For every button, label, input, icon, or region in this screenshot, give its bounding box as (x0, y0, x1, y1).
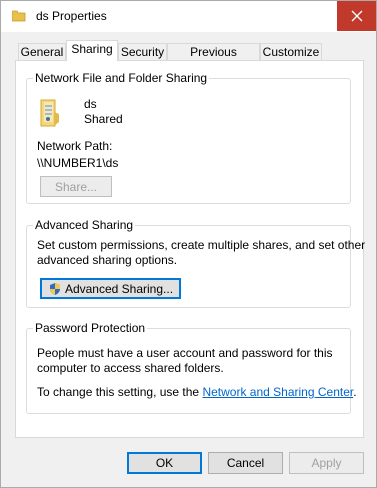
advanced-sharing-group-label: Advanced Sharing (33, 218, 136, 232)
properties-window: ds Properties General Sharing Security P… (0, 0, 377, 488)
change-setting-suffix: . (353, 385, 357, 399)
sharing-tab-panel: Network File and Folder Sharing ds Share… (15, 60, 365, 438)
tab-customize[interactable]: Customize (260, 43, 322, 60)
network-sharing-center-link[interactable]: Network and Sharing Center (202, 385, 353, 399)
password-description-2: computer to access shared folders. (37, 361, 224, 375)
tab-general[interactable]: General (18, 43, 66, 60)
folder-icon (11, 10, 26, 22)
advanced-sharing-group: Advanced Sharing Set custom permissions,… (26, 218, 365, 308)
close-button[interactable] (337, 1, 376, 31)
folder-name: ds (84, 97, 97, 111)
tab-previous-versions[interactable]: Previous Versions (167, 43, 260, 73)
tab-security[interactable]: Security (118, 43, 167, 60)
apply-button[interactable]: Apply (289, 452, 364, 474)
network-sharing-group-label: Network File and Folder Sharing (33, 71, 210, 85)
advanced-sharing-description-1: Set custom permissions, create multiple … (37, 238, 366, 252)
title-bar[interactable]: ds Properties (1, 1, 376, 32)
uac-shield-icon (49, 282, 60, 295)
window-title: ds Properties (36, 9, 107, 23)
advanced-sharing-button[interactable]: Advanced Sharing... (40, 278, 181, 299)
ok-button[interactable]: OK (127, 452, 202, 474)
network-path-label: Network Path: (37, 139, 113, 153)
close-icon (351, 10, 362, 22)
change-setting-text: To change this setting, use the Network … (37, 385, 357, 399)
share-button[interactable]: Share... (40, 176, 112, 197)
password-protection-group-label: Password Protection (33, 321, 148, 335)
advanced-sharing-description-2: advanced sharing options. (37, 253, 178, 267)
shared-folder-icon (37, 97, 69, 129)
cancel-button[interactable]: Cancel (208, 452, 283, 474)
share-status: Shared (84, 112, 123, 126)
password-description-1: People must have a user account and pass… (37, 346, 333, 360)
tab-sharing[interactable]: Sharing (66, 40, 118, 61)
network-sharing-group: Network File and Folder Sharing ds Share… (26, 71, 351, 204)
advanced-sharing-button-label: Advanced Sharing... (64, 281, 174, 296)
network-path-value: \\NUMBER1\ds (37, 156, 119, 170)
password-protection-group: Password Protection People must have a u… (26, 321, 357, 414)
change-setting-prefix: To change this setting, use the (37, 385, 203, 399)
